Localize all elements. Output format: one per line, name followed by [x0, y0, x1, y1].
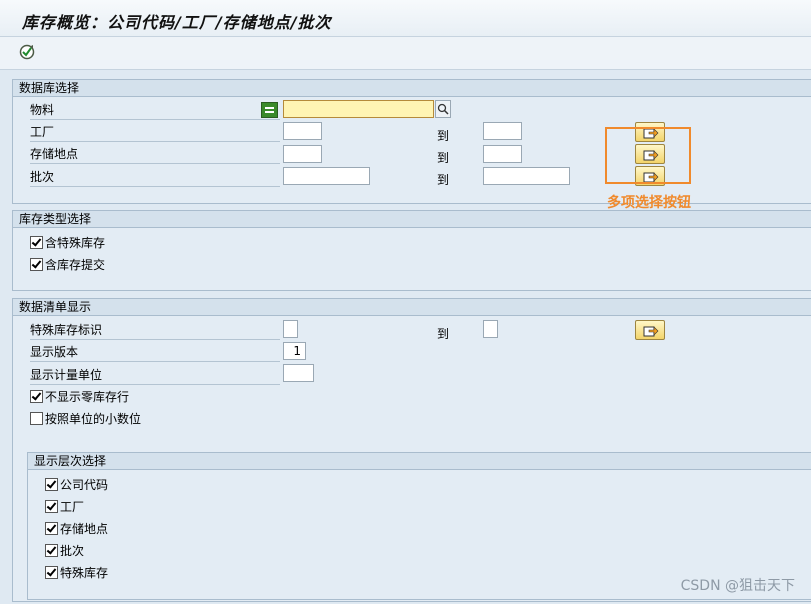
material-label: 物料: [30, 103, 55, 117]
search-icon: [437, 103, 449, 115]
unit-decimals-checkbox-row[interactable]: 按照单位的小数位: [30, 411, 141, 427]
display-version-label-line: [30, 361, 280, 362]
storage-location-label: 存储地点: [30, 147, 79, 161]
stock-commitment-checkbox-row[interactable]: 含库存提交: [30, 257, 105, 273]
hierarchy-storage-location-label: 存储地点: [60, 522, 109, 536]
equals-operator-icon[interactable]: [261, 102, 278, 118]
hierarchy-storage-location-row[interactable]: 存储地点: [45, 521, 108, 537]
plant-label-line: [30, 141, 280, 142]
hierarchy-plant-checkbox[interactable]: [45, 500, 58, 513]
hierarchy-company-code-label: 公司代码: [60, 478, 109, 492]
list-display-header: 数据清单显示: [13, 299, 811, 316]
hide-zero-stock-checkbox[interactable]: [30, 390, 43, 403]
special-stock-checkbox[interactable]: [30, 236, 43, 249]
watermark: CSDN @狙击天下: [680, 578, 795, 594]
hide-zero-stock-checkbox-row[interactable]: 不显示零库存行: [30, 389, 129, 405]
hierarchy-special-stock-checkbox[interactable]: [45, 566, 58, 579]
hierarchy-selection-header: 显示层次选择: [28, 453, 811, 470]
stock-commitment-checkbox[interactable]: [30, 258, 43, 271]
display-version-input[interactable]: [283, 342, 306, 360]
plant-from-input[interactable]: [283, 122, 322, 140]
database-selection-header: 数据库选择: [13, 80, 811, 97]
hierarchy-batch-row[interactable]: 批次: [45, 543, 84, 559]
multiple-selection-icon: [643, 326, 659, 337]
material-input[interactable]: [283, 100, 434, 118]
special-stock-indicator-from-input[interactable]: [283, 320, 298, 338]
stock-commitment-label: 含库存提交: [45, 258, 106, 272]
hierarchy-plant-row[interactable]: 工厂: [45, 499, 84, 515]
hide-zero-stock-label: 不显示零库存行: [45, 390, 130, 404]
special-stock-indicator-label-line: [30, 339, 280, 340]
plant-to-input[interactable]: [483, 122, 522, 140]
material-label-line: [30, 119, 280, 120]
special-stock-indicator-to-input[interactable]: [483, 320, 498, 338]
plant-label: 工厂: [30, 125, 55, 139]
unit-decimals-label: 按照单位的小数位: [45, 412, 142, 426]
hierarchy-special-stock-row[interactable]: 特殊库存: [45, 565, 108, 581]
storage-location-to-label: 到: [437, 151, 450, 165]
toolbar: [0, 37, 811, 70]
annotation-label: 多项选择按钮: [607, 195, 691, 211]
execute-icon[interactable]: [18, 43, 36, 61]
special-stock-indicator-to-label: 到: [437, 327, 450, 341]
batch-label: 批次: [30, 170, 55, 184]
special-stock-checkbox-row[interactable]: 含特殊库存: [30, 235, 105, 251]
annotation-highlight-box: [605, 127, 691, 184]
hierarchy-storage-location-checkbox[interactable]: [45, 522, 58, 535]
special-stock-multiple-selection-button[interactable]: [635, 320, 665, 340]
page-title: 库存概览：公司代码/工厂/存储地点/批次: [22, 13, 332, 32]
special-stock-indicator-label: 特殊库存标识: [30, 323, 103, 337]
plant-to-label: 到: [437, 129, 450, 143]
stock-type-selection-group: 库存类型选择: [12, 210, 811, 291]
search-help-button[interactable]: [435, 100, 451, 118]
unit-decimals-checkbox[interactable]: [30, 412, 43, 425]
hierarchy-company-code-checkbox[interactable]: [45, 478, 58, 491]
batch-from-input[interactable]: [283, 167, 370, 185]
display-unit-label-line: [30, 384, 280, 385]
special-stock-label: 含特殊库存: [45, 236, 106, 250]
batch-label-line: [30, 186, 280, 187]
storage-location-to-input[interactable]: [483, 145, 522, 163]
batch-to-input[interactable]: [483, 167, 570, 185]
hierarchy-company-code-row[interactable]: 公司代码: [45, 477, 108, 493]
hierarchy-plant-label: 工厂: [60, 500, 85, 514]
batch-to-label: 到: [437, 173, 450, 187]
storage-location-from-input[interactable]: [283, 145, 322, 163]
display-unit-label: 显示计量单位: [30, 368, 103, 382]
hierarchy-special-stock-label: 特殊库存: [60, 566, 109, 580]
hierarchy-batch-label: 批次: [60, 544, 85, 558]
display-version-label: 显示版本: [30, 345, 79, 359]
display-unit-input[interactable]: [283, 364, 314, 382]
storage-location-label-line: [30, 163, 280, 164]
hierarchy-batch-checkbox[interactable]: [45, 544, 58, 557]
stock-type-selection-header: 库存类型选择: [13, 211, 811, 228]
